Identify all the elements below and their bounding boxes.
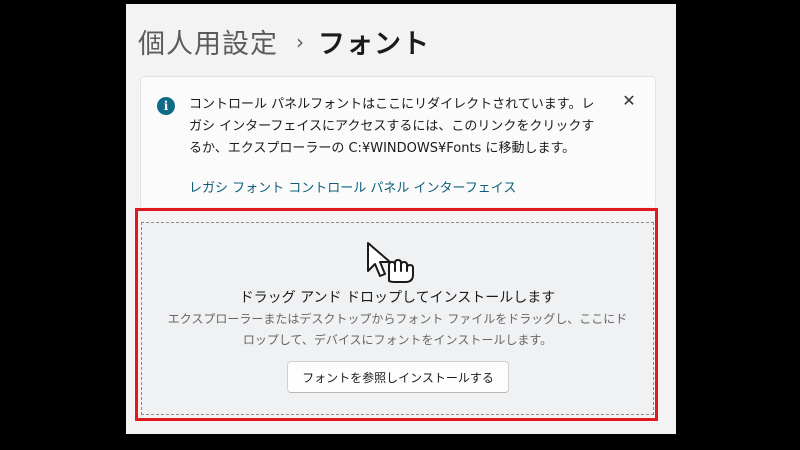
page-title: フォント <box>318 29 430 60</box>
font-drop-zone[interactable]: ドラッグ アンド ドロップしてインストールします エクスプローラーまたはデスクト… <box>141 222 654 415</box>
breadcrumb: 個人用設定 › フォント <box>138 22 430 61</box>
breadcrumb-separator-icon: › <box>296 29 304 54</box>
info-icon: i <box>157 97 175 115</box>
browse-install-fonts-button[interactable]: フォントを参照しインストールする <box>287 361 509 393</box>
legacy-font-control-panel-link[interactable]: レガシ フォント コントロール パネル インターフェイス <box>189 177 516 196</box>
breadcrumb-parent[interactable]: 個人用設定 <box>138 22 278 61</box>
info-message: コントロール パネルフォントはここにリダイレクトされています。レガシ インターフ… <box>189 97 595 156</box>
info-bar: i コントロール パネルフォントはここにリダイレクトされています。レガシ インタ… <box>140 76 656 207</box>
drop-zone-title: ドラッグ アンド ドロップしてインストールします <box>239 290 556 306</box>
drop-zone-description: エクスプローラーまたはデスクトップからフォント ファイルをドラッグし、ここにドロ… <box>167 312 628 347</box>
drag-cursor-icon <box>367 242 414 283</box>
close-button[interactable]: ✕ <box>619 91 639 111</box>
